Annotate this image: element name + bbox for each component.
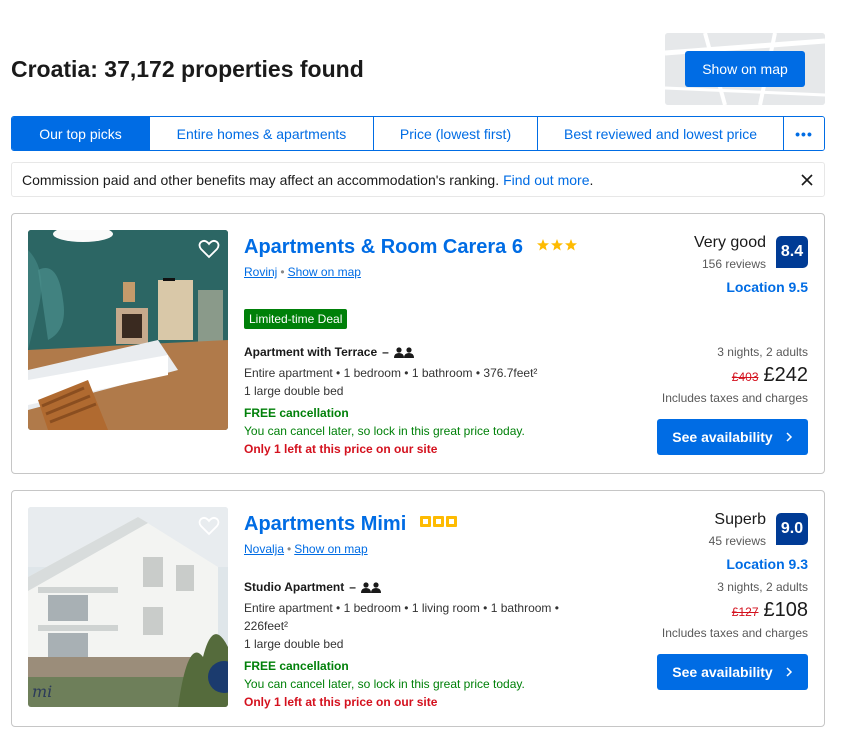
review-count[interactable]: 156 reviews: [702, 257, 766, 271]
review-score-badge: 9.0: [776, 513, 808, 545]
price-row: £127 £108: [732, 599, 808, 622]
tab-our-top-picks[interactable]: Our top picks: [12, 117, 150, 150]
ranking-notice: Commission paid and other benefits may a…: [11, 162, 825, 197]
free-cancellation: FREE cancellation: [244, 659, 349, 673]
taxes-note: Includes taxes and charges: [661, 626, 808, 640]
current-price: £242: [763, 364, 809, 386]
review-count[interactable]: 45 reviews: [709, 534, 766, 548]
property-photo[interactable]: mi: [28, 507, 228, 707]
sort-tabs: Our top picks Entire homes & apartments …: [11, 116, 825, 151]
room-details: Entire apartment • 1 bedroom • 1 living …: [244, 599, 559, 653]
see-availability-label: See availability: [672, 429, 773, 445]
room-type: Apartment with Terrace: [244, 345, 378, 359]
three-squares-rating-icon: [419, 516, 457, 527]
original-price: £127: [731, 605, 759, 619]
notice-text: Commission paid and other benefits may a…: [22, 171, 500, 188]
two-guests-icon: [393, 346, 414, 358]
map-preview[interactable]: Show on map: [665, 33, 825, 105]
property-name[interactable]: Apartments & Room Carera 6: [244, 236, 523, 258]
property-photo[interactable]: [28, 230, 228, 430]
cancellation-note: You can cancel later, so lock in this gr…: [244, 677, 525, 691]
tab-entire-homes[interactable]: Entire homes & apartments: [150, 117, 374, 150]
two-guests-icon: [360, 581, 381, 593]
original-price: £403: [731, 370, 759, 384]
bed-info: 1 large double bed: [244, 384, 344, 398]
free-cancellation: FREE cancellation: [244, 406, 349, 420]
rating-word: Superb: [714, 511, 766, 528]
price-row: £403 £242: [732, 364, 808, 387]
location-score: Location 9.3: [726, 556, 808, 572]
room-details: Entire apartment • 1 bedroom • 1 bathroo…: [244, 364, 537, 400]
show-on-map-link[interactable]: Show on map: [294, 542, 367, 556]
taxes-note: Includes taxes and charges: [661, 391, 808, 405]
location-link[interactable]: Novalja: [244, 542, 284, 556]
rating-word: Very good: [693, 234, 766, 251]
review-score-badge: 8.4: [776, 236, 808, 268]
property-name[interactable]: Apartments Mimi: [244, 513, 406, 535]
room-dash: –: [382, 345, 389, 359]
photo-watermark: mi: [32, 682, 53, 701]
location-link[interactable]: Rovinj: [244, 265, 277, 279]
room-size: 226feet²: [244, 619, 289, 633]
limited-time-deal-badge: Limited-time Deal: [244, 309, 348, 329]
chevron-right-icon: [786, 667, 792, 677]
see-availability-button[interactable]: See availability: [657, 654, 808, 690]
property-name-row: Apartments Mimi: [244, 511, 458, 536]
room-dash: –: [349, 580, 356, 594]
room-details-line: Entire apartment • 1 bedroom • 1 bathroo…: [244, 366, 538, 380]
see-availability-label: See availability: [672, 664, 773, 680]
property-card: mi Apartments Mimi Novalja • Show on map S…: [11, 490, 825, 727]
room-type: Studio Apartment: [244, 580, 345, 594]
location-line: Novalja • Show on map: [244, 542, 368, 556]
property-card: Apartments & Room Carera 6 Rovinj • Show o…: [11, 213, 825, 474]
apartment-rating: [419, 511, 458, 534]
notice-suffix: .: [589, 171, 594, 188]
tab-best-reviewed-lowest-price[interactable]: Best reviewed and lowest price: [538, 117, 784, 150]
three-stars-icon: [536, 239, 577, 251]
scarcity-message: Only 1 left at this price on our site: [244, 695, 438, 709]
current-price: £108: [763, 599, 809, 621]
stay-summary: 3 nights, 2 adults: [717, 580, 808, 594]
find-out-more-link[interactable]: Find out more: [503, 172, 589, 188]
heart-icon[interactable]: [196, 236, 222, 262]
star-rating: [536, 234, 577, 257]
bed-info: 1 large double bed: [244, 637, 344, 651]
heart-icon[interactable]: [196, 513, 222, 539]
page-title: Croatia: 37,172 properties found: [11, 56, 364, 82]
location-line: Rovinj • Show on map: [244, 265, 361, 279]
room-details-line: Entire apartment • 1 bedroom • 1 living …: [244, 601, 559, 615]
property-name-row: Apartments & Room Carera 6: [244, 234, 577, 259]
tab-more-options[interactable]: •••: [784, 117, 824, 150]
chevron-right-icon: [786, 432, 792, 442]
room-type-row: Apartment with Terrace –: [244, 345, 414, 359]
location-score: Location 9.5: [726, 279, 808, 295]
room-type-row: Studio Apartment –: [244, 580, 381, 594]
tab-price-lowest[interactable]: Price (lowest first): [374, 117, 538, 150]
see-availability-button[interactable]: See availability: [657, 419, 808, 455]
close-icon[interactable]: [798, 171, 816, 189]
stay-summary: 3 nights, 2 adults: [717, 345, 808, 359]
cancellation-note: You can cancel later, so lock in this gr…: [244, 424, 525, 438]
show-on-map-button[interactable]: Show on map: [685, 51, 805, 87]
scarcity-message: Only 1 left at this price on our site: [244, 442, 438, 456]
show-on-map-link[interactable]: Show on map: [288, 265, 361, 279]
